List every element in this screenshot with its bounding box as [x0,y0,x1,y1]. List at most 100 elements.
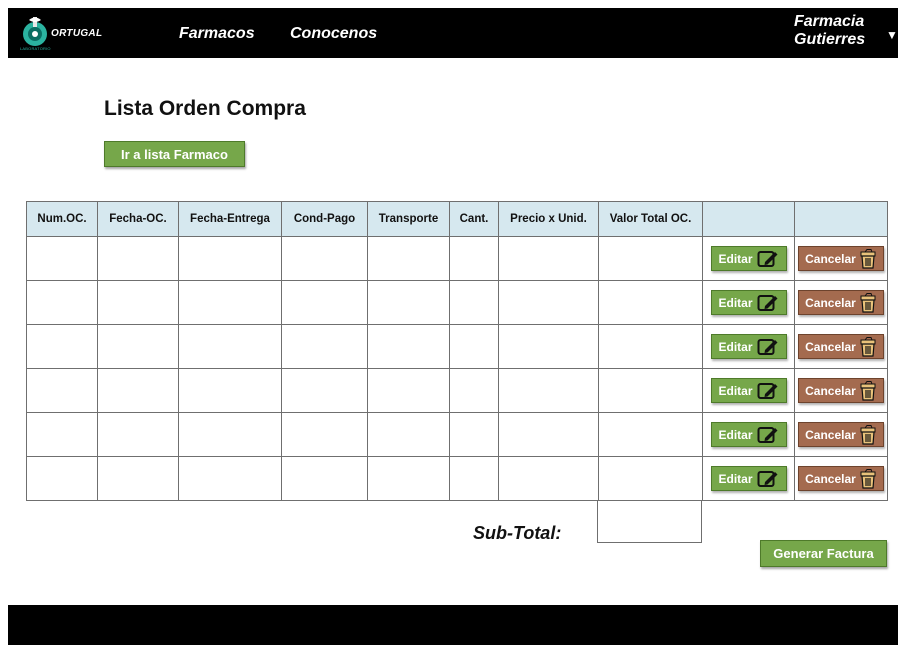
edit-cell: Editar [702,324,795,369]
edit-cell: Editar [702,456,795,501]
edit-cell: Editar [702,368,795,413]
edit-button[interactable]: Editar [710,334,787,359]
edit-button[interactable]: Editar [710,246,787,271]
table-cell [281,324,368,369]
table-cell [598,368,703,413]
col-header-cant: Cant. [449,201,499,237]
subtotal-label: Sub-Total: [473,523,562,543]
table-cell [281,236,368,281]
table-cell [97,280,179,325]
cancel-button[interactable]: Cancelar [798,246,884,271]
table-cell [97,412,179,457]
table-cell [178,280,282,325]
table-cell [367,280,450,325]
cancel-cell: Cancelar [794,368,888,413]
table-cell [281,412,368,457]
table-cell [498,324,599,369]
col-header-cond-pago: Cond-Pago [281,201,368,237]
trash-icon [859,468,877,489]
table-row: Editar Cancelar [26,236,888,281]
edit-button[interactable]: Editar [710,378,787,403]
cancel-button[interactable]: Cancelar [798,378,884,403]
ir-lista-farmaco-button[interactable]: Ir a lista Farmaco [104,141,245,167]
caret-down-icon[interactable]: ▼ [886,28,898,42]
subtotal-value [597,500,702,543]
cancel-cell: Cancelar [794,280,888,325]
table-cell [449,280,499,325]
table-cell [281,456,368,501]
edit-pencil-icon [757,426,779,444]
edit-button-label: Editar [718,339,753,354]
col-header-fecha-oc: Fecha-OC. [97,201,179,237]
edit-cell: Editar [702,280,795,325]
cancel-button-label: Cancelar [805,251,856,266]
table-row: Editar Cancelar [26,368,888,413]
cancel-cell: Cancelar [794,324,888,369]
col-header-transporte: Transporte [367,201,450,237]
trash-icon [859,336,877,357]
cancel-button[interactable]: Cancelar [798,334,884,359]
cancel-button[interactable]: Cancelar [798,422,884,447]
page-title: Lista Orden Compra [104,97,306,120]
table-cell [449,456,499,501]
edit-button-label: Editar [718,427,753,442]
col-header-edit [702,201,795,237]
table-row: Editar Cancelar [26,456,888,501]
table-cell [26,280,98,325]
edit-button-label: Editar [718,471,753,486]
cancel-button-label: Cancelar [805,295,856,310]
edit-pencil-icon [757,250,779,268]
table-cell [367,368,450,413]
generar-factura-button[interactable]: Generar Factura [760,540,887,567]
table-cell [449,236,499,281]
edit-button[interactable]: Editar [710,290,787,315]
brand-name: ORTUGAL [51,28,103,39]
edit-pencil-icon [757,382,779,400]
table-cell [449,324,499,369]
table-cell [97,236,179,281]
nav-link-conocenos[interactable]: Conocenos [290,25,377,43]
cancel-button[interactable]: Cancelar [798,290,884,315]
table-cell [26,412,98,457]
table-cell [498,412,599,457]
edit-pencil-icon [757,470,779,488]
table-cell [26,368,98,413]
table-cell [598,236,703,281]
table-cell [26,236,98,281]
table-cell [449,412,499,457]
col-header-valor-total: Valor Total OC. [598,201,703,237]
cancel-button-label: Cancelar [805,383,856,398]
table-cell [178,368,282,413]
table-cell [598,280,703,325]
table-cell [367,456,450,501]
cancel-cell: Cancelar [794,236,888,281]
edit-cell: Editar [702,236,795,281]
trash-icon [859,380,877,401]
table-cell [498,280,599,325]
table-cell [498,456,599,501]
table-cell [97,324,179,369]
edit-button[interactable]: Editar [710,422,787,447]
cancel-button-label: Cancelar [805,339,856,354]
table-body: Editar Cancelar Editar Cancelar Editar Cancel… [26,236,888,501]
table-cell [178,236,282,281]
table-cell [281,280,368,325]
cancel-cell: Cancelar [794,456,888,501]
table-cell [598,412,703,457]
table-header-row: Num.OC. Fecha-OC. Fecha-Entrega Cond-Pag… [26,201,888,237]
laboratorio-logo[interactable] [18,15,52,49]
nav-link-farmacos[interactable]: Farmacos [179,25,255,43]
edit-button-label: Editar [718,383,753,398]
edit-button[interactable]: Editar [710,466,787,491]
cancel-button[interactable]: Cancelar [798,466,884,491]
brand-subtext: LABORATORIO [20,46,51,51]
col-header-num-oc: Num.OC. [26,201,98,237]
trash-icon [859,292,877,313]
table-cell [97,368,179,413]
table-cell [26,324,98,369]
edit-pencil-icon [757,294,779,312]
table-row: Editar Cancelar [26,412,888,457]
cancel-button-label: Cancelar [805,427,856,442]
user-name[interactable]: Farmacia Gutierres [794,13,884,49]
table-cell [367,324,450,369]
